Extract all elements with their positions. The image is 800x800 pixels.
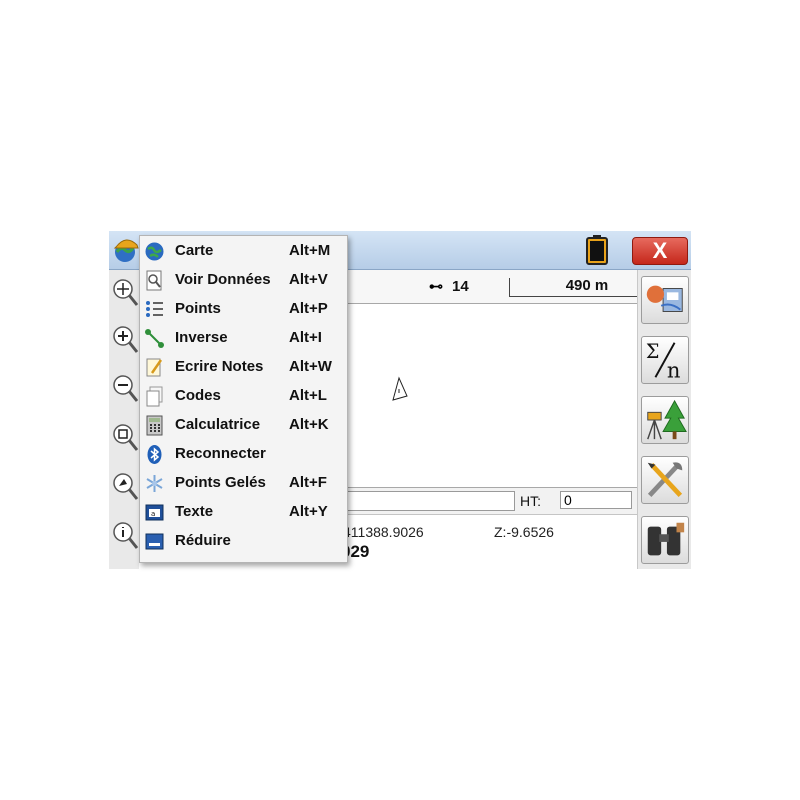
left-toolbar (109, 270, 140, 569)
menu-shortcut: Alt+V (289, 271, 328, 288)
svg-text:Σ: Σ (646, 340, 660, 363)
menu-shortcut: Alt+K (289, 416, 329, 433)
menu-shortcut: Alt+P (289, 300, 328, 317)
zoom-out-icon[interactable] (112, 374, 140, 404)
menu-item-voir-donnees[interactable]: Voir Données Alt+V (140, 266, 347, 295)
satellite-count: 14 (452, 278, 469, 295)
ht-label: HT: (520, 493, 541, 509)
menu-label: Texte (175, 503, 214, 520)
bluetooth-icon (147, 445, 162, 464)
zoom-window-icon[interactable] (112, 423, 140, 453)
menu-shortcut: Alt+Y (289, 503, 328, 520)
menu-shortcut: Alt+W (289, 358, 332, 375)
pan-zoom-icon[interactable] (112, 278, 140, 308)
context-menu: Carte Alt+M Voir Données Alt+V Points Al… (139, 235, 348, 563)
menu-shortcut: Alt+L (289, 387, 327, 404)
menu-item-carte[interactable]: Carte Alt+M (140, 237, 347, 266)
menu-shortcut: Alt+I (289, 329, 322, 346)
ht-input[interactable] (560, 491, 632, 509)
minimize-icon (145, 533, 164, 550)
menu-item-points-geles[interactable]: Points Gelés Alt+F (140, 469, 347, 498)
menu-label: Points (175, 300, 221, 317)
frozen-points-icon (146, 475, 163, 492)
survey-tree-icon[interactable] (641, 396, 689, 444)
zoom-info-icon[interactable] (112, 521, 140, 551)
menu-item-texte[interactable]: a Texte Alt+Y (140, 498, 347, 527)
inverse-line-icon (145, 329, 164, 348)
notepad-pencil-icon (146, 358, 163, 377)
menu-label: Points Gelés (175, 474, 266, 491)
calculator-icon (146, 415, 163, 436)
menu-label: Voir Données (175, 271, 271, 288)
menu-shortcut: Alt+F (289, 474, 327, 491)
svg-text:n: n (667, 357, 681, 382)
menu-shortcut: Alt+M (289, 242, 331, 259)
menu-label: Calculatrice (175, 416, 261, 433)
pages-icon (146, 386, 163, 407)
menu-item-ecrire-notes[interactable]: Ecrire Notes Alt+W (140, 353, 347, 382)
menu-label: Reconnecter (175, 445, 266, 462)
satellite-icon: ⊷ (429, 278, 443, 294)
z-coordinate: Z:-9.6526 (494, 524, 554, 540)
battery-icon (586, 235, 608, 265)
menu-label: Inverse (175, 329, 228, 346)
position-marker-icon (392, 376, 408, 401)
menu-item-calculatrice[interactable]: Calculatrice Alt+K (140, 411, 347, 440)
menu-item-codes[interactable]: Codes Alt+L (140, 382, 347, 411)
svg-text:a: a (151, 510, 155, 518)
zoom-in-icon[interactable] (112, 325, 140, 355)
menu-item-points[interactable]: Points Alt+P (140, 295, 347, 324)
close-button[interactable]: X (632, 237, 688, 265)
y-coordinate: 411388.9026 (343, 524, 424, 540)
menu-item-reconnecter[interactable]: Reconnecter (140, 440, 347, 469)
instrument-computer-icon[interactable] (641, 276, 689, 324)
point-list-icon (146, 301, 163, 317)
globe-icon (145, 242, 164, 261)
menu-label: Carte (175, 242, 214, 259)
helmet-globe-icon[interactable] (111, 234, 141, 264)
zoom-previous-icon[interactable] (112, 472, 140, 502)
menu-item-inverse[interactable]: Inverse Alt+I (140, 324, 347, 353)
menu-label: Réduire (175, 532, 231, 549)
text-window-icon: a (145, 504, 164, 521)
menu-label: Ecrire Notes (175, 358, 264, 375)
tools-icon[interactable] (641, 456, 689, 504)
right-toolbar: Σ n (637, 270, 691, 569)
menu-item-reduire[interactable]: Réduire (140, 527, 347, 556)
magnifier-doc-icon (146, 270, 162, 291)
menu-label: Codes (175, 387, 221, 404)
cogo-sigma-icon[interactable]: Σ n (641, 336, 689, 384)
binoculars-icon[interactable] (641, 516, 689, 564)
